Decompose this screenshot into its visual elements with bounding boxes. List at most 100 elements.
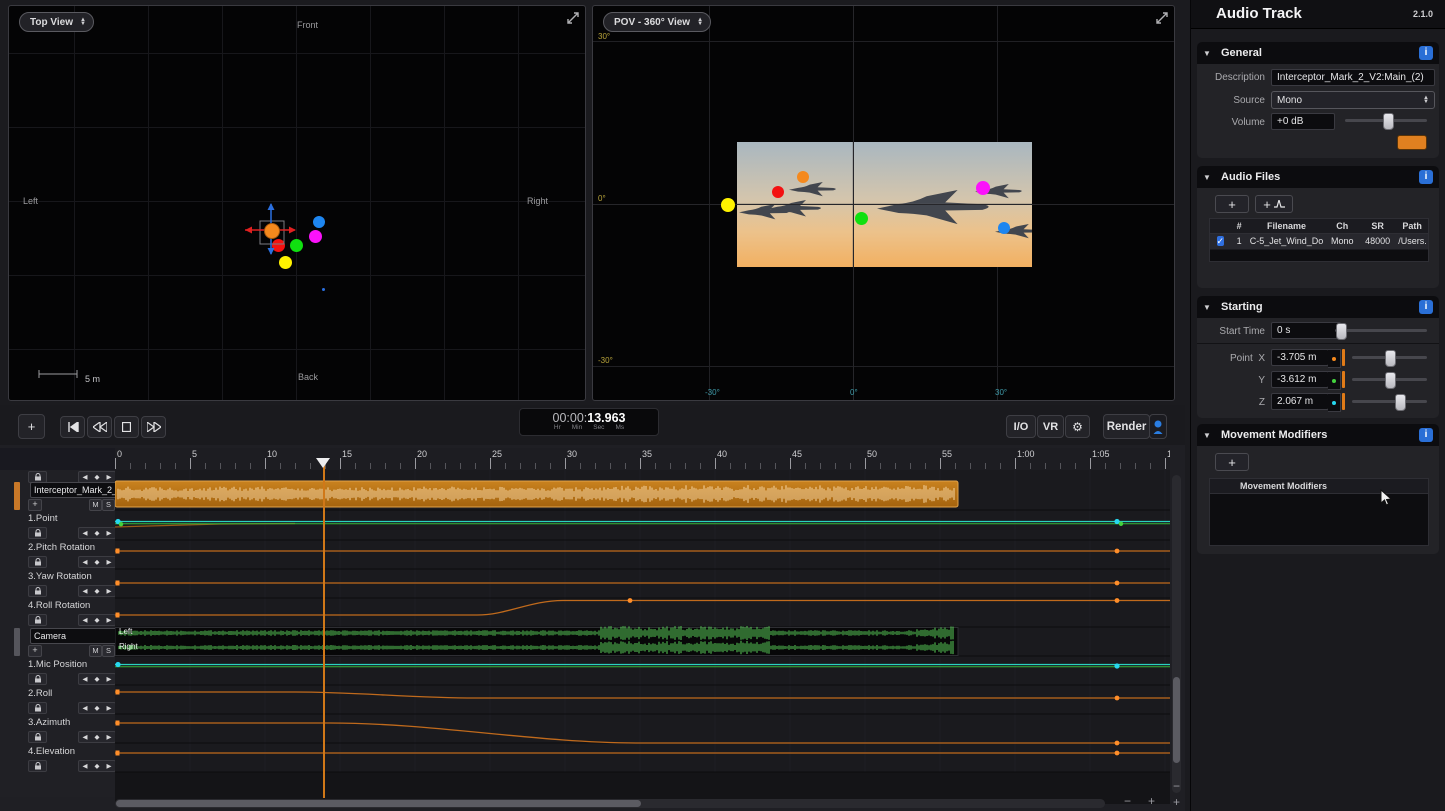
keyframe-nav[interactable]: ◀◆▶ [78, 585, 116, 597]
particle-orange[interactable] [264, 223, 280, 239]
solo-button[interactable]: S [102, 499, 115, 511]
add-param-button[interactable]: + [28, 645, 42, 657]
next-keyframe-icon[interactable]: ▶ [107, 558, 112, 566]
skip-to-start-button[interactable] [60, 416, 85, 438]
section-general-header[interactable]: ▼ General i [1197, 42, 1439, 64]
pov-particle-yellow[interactable] [721, 198, 735, 212]
prev-keyframe-icon[interactable]: ◀ [83, 704, 88, 712]
info-button[interactable]: i [1419, 300, 1433, 314]
binaural-monitor-button[interactable] [1149, 414, 1167, 439]
keyframe-nav[interactable]: ◀ ◆ ▶ [78, 614, 116, 626]
add-track-button[interactable]: + [18, 414, 45, 439]
collapse-triangle-icon[interactable]: ▼ [1203, 49, 1221, 58]
keyframe-nav[interactable]: ◀◆▶ [78, 760, 116, 772]
next-keyframe-icon[interactable]: ▶ [107, 704, 112, 712]
vertical-zoom-out-button[interactable]: − [1173, 779, 1180, 793]
point-z-slider[interactable] [1352, 394, 1427, 409]
point-x-slider-thumb[interactable] [1385, 350, 1396, 367]
mute-button[interactable]: M [89, 645, 102, 657]
prev-keyframe-icon[interactable]: ◀ [83, 529, 88, 537]
lock-button[interactable] [28, 614, 47, 626]
point-y-field[interactable]: -3.612 m [1271, 371, 1329, 388]
add-keyframe-icon[interactable]: ◆ [95, 473, 100, 481]
prev-keyframe-icon[interactable]: ◀ [83, 616, 88, 624]
add-keyframe-icon[interactable]: ◆ [95, 675, 100, 683]
rewind-button[interactable] [87, 416, 112, 438]
lock-button[interactable] [28, 556, 47, 568]
add-keyframe-icon[interactable]: ◆ [95, 733, 100, 741]
particle-gizmo[interactable] [239, 198, 329, 262]
next-keyframe-icon[interactable]: ▶ [107, 587, 112, 595]
keyframe-nav[interactable]: ◀ ◆ ▶ [78, 731, 116, 743]
track-content-area[interactable] [115, 448, 1170, 804]
section-audio-files-header[interactable]: ▼ Audio Files i [1197, 166, 1439, 188]
add-keyframe-icon[interactable]: ◆ [95, 529, 100, 537]
info-button[interactable]: i [1419, 428, 1433, 442]
point-y-slider-thumb[interactable] [1385, 372, 1396, 389]
pov-particle-magenta[interactable] [976, 181, 990, 195]
top-view-viewport[interactable]: Front Left Right Back 5 m Top View ▲▼ [8, 5, 586, 401]
volume-field[interactable]: +0 dB [1271, 113, 1335, 130]
lock-button[interactable] [28, 731, 47, 743]
track-name-camera[interactable]: Camera [30, 628, 121, 644]
volume-slider[interactable] [1345, 113, 1427, 128]
param-label[interactable]: 2.Roll [28, 688, 52, 699]
horizontal-scrollbar[interactable] [115, 799, 1105, 808]
point-y-slider[interactable] [1352, 372, 1427, 387]
add-param-button[interactable]: + [28, 499, 42, 511]
next-keyframe-icon[interactable]: ▶ [107, 675, 112, 683]
audio-file-row[interactable]: ✓ 1 C-5_Jet_Wind_Do Mono 48000 /Users. [1210, 234, 1428, 250]
description-field[interactable]: Interceptor_Mark_2_V2:Main_(2) [1271, 69, 1435, 86]
zoom-in-button[interactable]: + [1148, 794, 1155, 808]
section-movement-modifiers-header[interactable]: ▼ Movement Modifiers i [1197, 424, 1439, 446]
keyframe-nav[interactable]: ◀ ◆ ▶ [78, 527, 116, 539]
prev-keyframe-icon[interactable]: ◀ [83, 733, 88, 741]
settings-button[interactable]: ⚙ [1065, 415, 1090, 438]
next-keyframe-icon[interactable]: ▶ [107, 733, 112, 741]
next-keyframe-icon[interactable]: ▶ [107, 529, 112, 537]
add-keyframe-icon[interactable]: ◆ [95, 762, 100, 770]
expand-icon[interactable] [1155, 11, 1169, 25]
pov-particle-orange[interactable] [797, 171, 809, 183]
movement-modifiers-table[interactable]: Movement Modifiers [1209, 478, 1429, 546]
vertical-scrollbar-thumb[interactable] [1173, 677, 1180, 763]
mute-button[interactable]: M [89, 499, 102, 511]
render-button[interactable]: Render [1103, 414, 1150, 439]
solo-button[interactable]: S [102, 645, 115, 657]
add-keyframe-icon[interactable]: ◆ [95, 587, 100, 595]
track-color-swatch[interactable] [1397, 135, 1427, 150]
lock-button[interactable] [28, 527, 47, 539]
add-keyframe-icon[interactable]: ◆ [95, 616, 100, 624]
point-z-slider-thumb[interactable] [1395, 394, 1406, 411]
param-label[interactable]: 1.Point [28, 513, 58, 524]
point-x-slider[interactable] [1352, 350, 1427, 365]
prev-keyframe-icon[interactable]: ◀ [83, 558, 88, 566]
next-keyframe-icon[interactable]: ▶ [107, 473, 112, 481]
top-view-selector[interactable]: Top View ▲▼ [19, 12, 94, 32]
track-name-main[interactable]: Interceptor_Mark_2_V2 [30, 482, 121, 498]
keyframe-nav[interactable]: ◀ ◆ ▶ [78, 673, 116, 685]
param-label[interactable]: 4.Roll Rotation [28, 600, 90, 611]
fast-forward-button[interactable] [141, 416, 166, 438]
vertical-zoom-in-button[interactable]: + [1173, 795, 1180, 809]
param-label[interactable]: 2.Pitch Rotation [28, 542, 95, 553]
next-keyframe-icon[interactable]: ▶ [107, 616, 112, 624]
add-keyframe-icon[interactable]: ◆ [95, 558, 100, 566]
collapse-triangle-icon[interactable]: ▼ [1203, 431, 1221, 440]
horizontal-scrollbar-thumb[interactable] [116, 800, 641, 807]
lock-button[interactable] [28, 702, 47, 714]
collapse-triangle-icon[interactable]: ▼ [1203, 303, 1221, 312]
playhead-line[interactable] [323, 460, 325, 798]
pov-particle-blue[interactable] [998, 222, 1010, 234]
prev-keyframe-icon[interactable]: ◀ [83, 473, 88, 481]
param-label[interactable]: 4.Elevation [28, 746, 75, 757]
add-keyframe-icon[interactable]: ◆ [95, 704, 100, 712]
keyframe-nav[interactable]: ◀ ◆ ▶ [78, 556, 116, 568]
start-time-slider-thumb[interactable] [1336, 323, 1347, 340]
section-starting-header[interactable]: ▼ Starting i [1197, 296, 1439, 318]
stop-button[interactable] [114, 416, 139, 438]
prev-keyframe-icon[interactable]: ◀ [83, 675, 88, 683]
info-button[interactable]: i [1419, 170, 1433, 184]
param-label[interactable]: 3.Yaw Rotation [28, 571, 92, 582]
expand-icon[interactable] [566, 11, 580, 25]
